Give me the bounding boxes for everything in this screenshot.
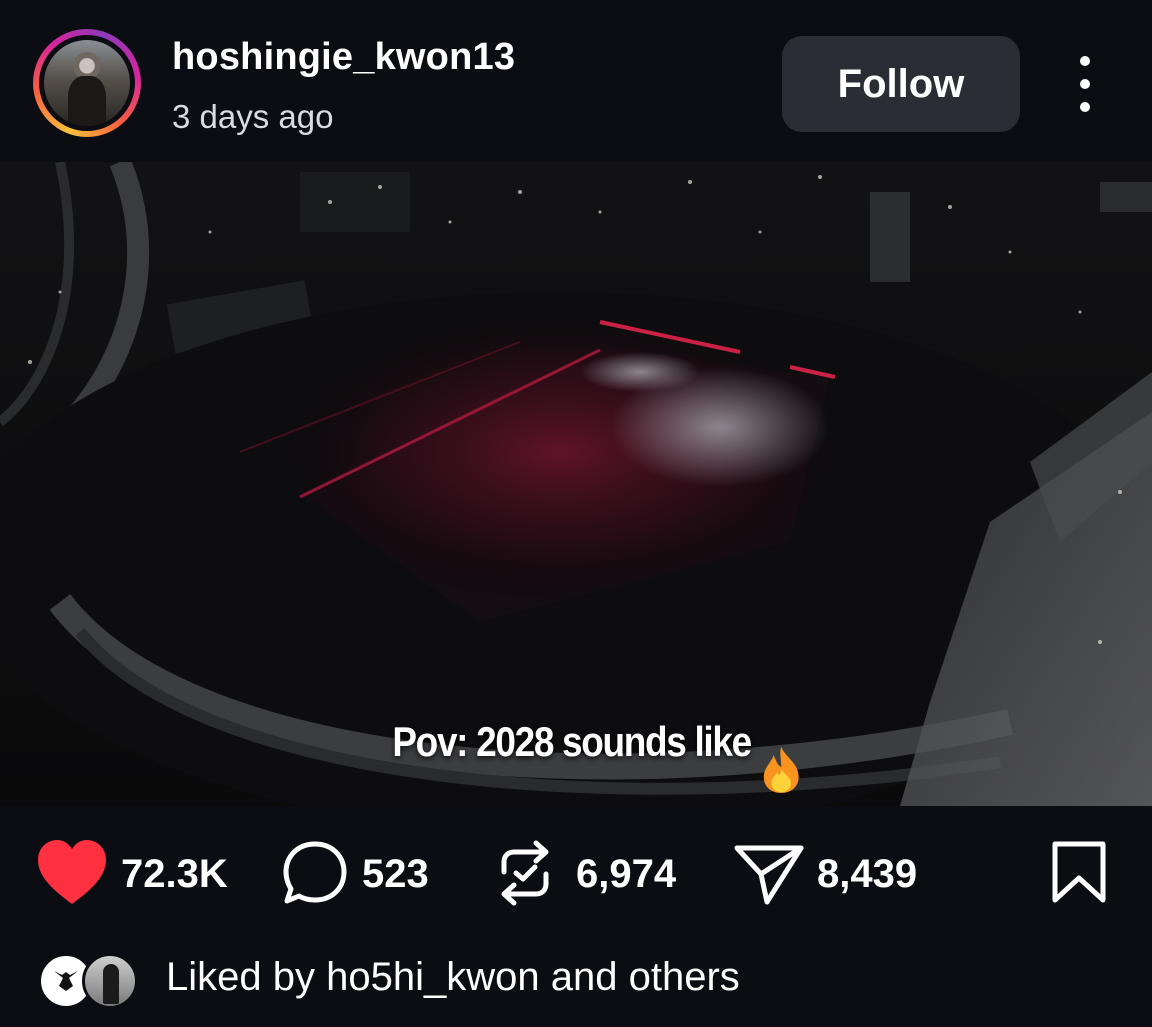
liked-by-suffix: and others xyxy=(550,955,740,999)
comment-icon[interactable] xyxy=(280,838,350,908)
share-count[interactable]: 8,439 xyxy=(817,852,917,897)
liked-by-avatars[interactable] xyxy=(38,950,148,1010)
post-header: hoshingie_kwon13 3 days ago Follow xyxy=(0,0,1152,162)
more-vertical-icon[interactable] xyxy=(1064,56,1106,112)
video-frame xyxy=(0,162,1152,806)
avatar-inner xyxy=(39,35,135,131)
liked-by-user[interactable]: ho5hi_kwon xyxy=(326,955,540,999)
liked-by-prefix: Liked by xyxy=(166,955,315,999)
send-icon[interactable] xyxy=(733,838,805,908)
like-count[interactable]: 72.3K xyxy=(121,852,228,897)
liker-avatar-photo xyxy=(82,953,138,1009)
avatar-photo xyxy=(44,40,130,126)
bookmark-icon[interactable] xyxy=(1049,838,1109,908)
profile-avatar[interactable] xyxy=(33,29,141,137)
instagram-post: hoshingie_kwon13 3 days ago Follow Pov: … xyxy=(0,0,1152,1027)
follow-button[interactable]: Follow xyxy=(782,36,1020,132)
username[interactable]: hoshingie_kwon13 xyxy=(172,36,515,79)
heart-icon[interactable] xyxy=(36,838,108,908)
post-timestamp: 3 days ago xyxy=(172,98,334,135)
logo-icon xyxy=(54,971,78,991)
comment-count[interactable]: 523 xyxy=(362,852,429,897)
repost-icon[interactable] xyxy=(494,838,556,908)
video-caption: Pov: 2028 sounds like xyxy=(69,718,1083,793)
repost-count[interactable]: 6,974 xyxy=(576,852,676,897)
caption-text: Pov: 2028 sounds like xyxy=(392,718,752,765)
video-player[interactable]: Pov: 2028 sounds like xyxy=(0,162,1152,806)
liked-by-text[interactable]: Liked by ho5hi_kwon and others xyxy=(166,955,740,1000)
